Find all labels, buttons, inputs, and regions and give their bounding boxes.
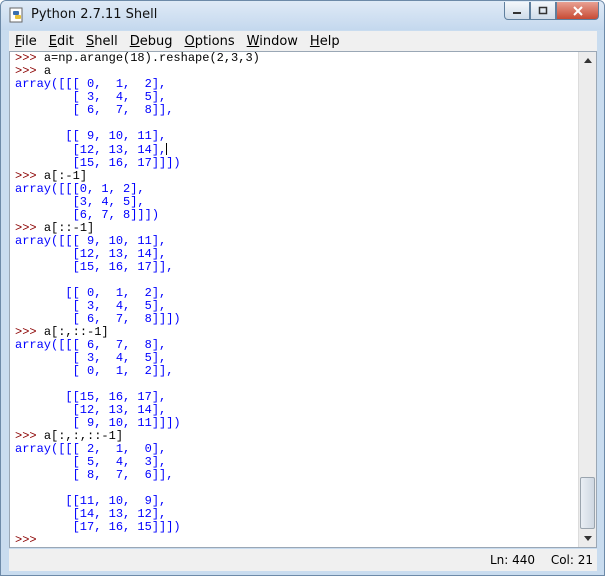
shell-prompt: >>> [15,169,44,183]
menu-label-rest: dit [57,33,74,49]
menu-file[interactable]: File [9,34,43,49]
shell-output-line: [15, 16, 17]], [15,261,260,274]
menu-bar: File Edit Shell Debug Options Window Help [9,31,597,51]
shell-command: a[:,::-1] [43,325,109,339]
shell-output-line: [12, 13, 14], [15,143,260,157]
shell-output-line: [ 6, 7, 8]], [15,104,260,117]
shell-output-text: [ 0, 1, 2]], [15,364,174,378]
shell-prompt: >>> [15,51,44,65]
shell-output-text: [3, 4, 5], [15,195,145,209]
close-icon [572,5,583,16]
title-bar[interactable]: Python 2.7.11 Shell [1,1,604,30]
menu-mnemonic: S [85,33,95,49]
shell-output-text: array([[[0, 1, 2], [15,182,145,196]
shell-output[interactable]: >>> a=np.arange(18).reshape(2,3,3) >>> aa… [15,52,260,547]
minimize-button[interactable] [504,2,530,20]
shell-output-text: [ 5, 4, 3], [15,455,167,469]
menu-mnemonic: D [129,33,140,49]
shell-output-text: [15, 16, 17]]]) [15,156,181,170]
shell-prompt: >>> [15,64,44,78]
shell-output-text [15,116,22,130]
shell-prompt: >>> [15,325,44,339]
shell-output-line: [17, 16, 15]]]) [15,521,260,534]
menu-label-rest: ptions [194,33,235,49]
menu-label-rest: ile [21,33,37,49]
menu-label-rest: elp [319,33,340,49]
shell-output-text: [[ 9, 10, 11], [15,129,167,143]
shell-output-text: [6, 7, 8]]]) [15,208,160,222]
shell-input-line: >>> [15,534,260,547]
maximize-button[interactable] [530,2,556,20]
shell-prompt: >>> [15,533,44,547]
text-cursor [166,143,168,155]
shell-output-text: [12, 13, 14], [15,403,167,417]
shell-text-area[interactable]: >>> a=np.arange(18).reshape(2,3,3) >>> aa… [9,51,597,548]
menu-label-rest: indow [259,33,298,49]
shell-output-text: [[11, 10, 9], [15,494,167,508]
shell-output-text: [[ 0, 1, 2], [15,286,167,300]
shell-output-text: [12, 13, 14], [15,143,167,157]
minimize-icon [513,11,521,14]
menu-label-rest: ebug [139,33,173,49]
scroll-down-arrow-icon [583,536,592,541]
menu-shell[interactable]: Shell [80,34,124,49]
shell-command: a[:-1] [43,169,88,183]
menu-debug[interactable]: Debug [124,34,179,49]
menu-edit[interactable]: Edit [43,34,80,49]
scroll-up-arrow-icon [583,58,592,63]
maximize-icon [538,6,548,14]
menu-mnemonic: E [48,33,57,49]
shell-output-text [15,273,22,287]
shell-output-text: [ 6, 7, 8]], [15,103,174,117]
shell-output-text: [[15, 16, 17], [15,390,167,404]
column-number: Col: 21 [550,553,593,567]
shell-output-text: [ 3, 4, 5], [15,351,167,365]
shell-output-text: [ 3, 4, 5], [15,299,167,313]
menu-options[interactable]: Options [178,34,240,49]
shell-input-line: >>> a=np.arange(18).reshape(2,3,3) [15,52,260,65]
menu-mnemonic: H [309,33,320,49]
shell-output-text: [ 9, 10, 11]]]) [15,416,181,430]
shell-output-text: [ 6, 7, 8]]]) [15,312,181,326]
shell-output-text: array([[[ 6, 7, 8], [15,338,167,352]
idle-shell-window: Python 2.7.11 Shell File Edit Shell Debug Op… [0,0,605,576]
menu-mnemonic: O [184,33,195,49]
menu-help[interactable]: Help [304,34,346,49]
shell-command: a=np.arange(18).reshape(2,3,3) [43,51,260,65]
menu-mnemonic: W [246,33,260,49]
status-bar: Ln: 440 Col: 21 [9,549,597,571]
shell-output-text [15,377,22,391]
scroll-up-button[interactable] [579,52,596,69]
shell-output-text: [ 8, 7, 6]], [15,468,174,482]
shell-output-text [15,481,22,495]
shell-output-line: [ 8, 7, 6]], [15,469,260,482]
vertical-scrollbar[interactable] [578,52,596,547]
shell-output-line: [ 0, 1, 2]], [15,365,260,378]
scroll-down-button[interactable] [579,530,596,547]
shell-command: a [43,64,52,78]
scrollbar-thumb[interactable] [580,477,595,529]
shell-command: a[::-1] [43,221,95,235]
shell-output-text: array([[[ 2, 1, 0], [15,442,167,456]
shell-command: a[:,:,::-1] [43,429,124,443]
shell-output-text: [ 3, 4, 5], [15,90,167,104]
menu-label-rest: hell [94,33,118,49]
menu-window[interactable]: Window [241,34,304,49]
close-button[interactable] [556,2,599,20]
shell-prompt: >>> [15,221,44,235]
shell-output-text: [17, 16, 15]]]) [15,520,181,534]
python-idle-icon [9,7,23,23]
shell-output-text: [14, 13, 12], [15,507,167,521]
shell-output-text: [12, 13, 14], [15,247,167,261]
shell-output-line: [[ 9, 10, 11], [15,130,260,143]
window-title: Python 2.7.11 Shell [31,7,158,22]
line-number: Ln: 440 [489,553,535,567]
shell-output-text: array([[[ 0, 1, 2], [15,77,167,91]
shell-prompt: >>> [15,429,44,443]
shell-output-text: array([[[ 9, 10, 11], [15,234,167,248]
shell-output-text: [15, 16, 17]], [15,260,174,274]
